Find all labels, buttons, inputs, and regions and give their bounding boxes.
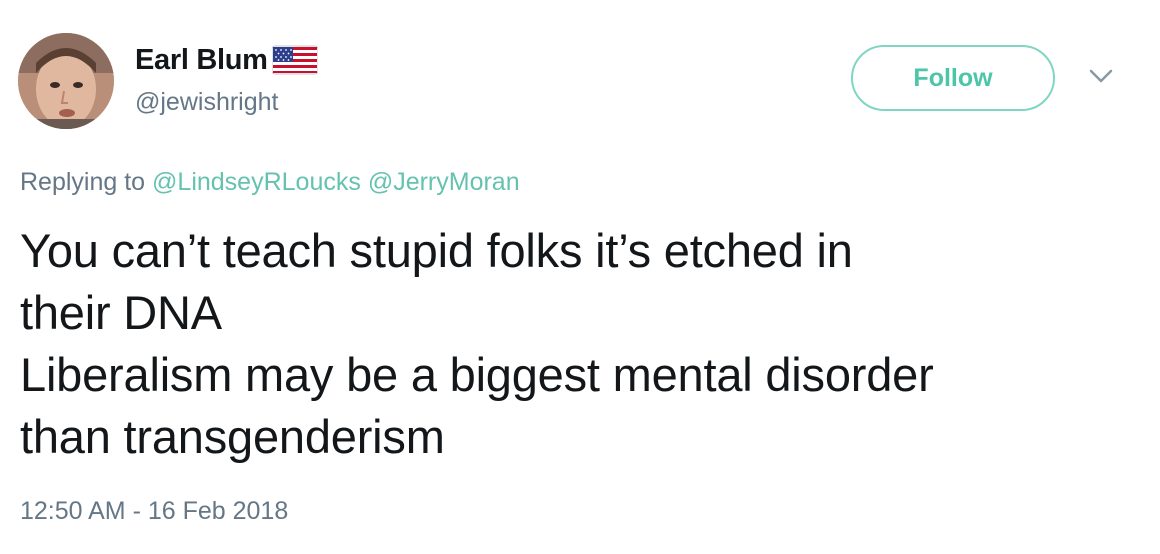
tweet-text-line: Liberalism may be a biggest mental disor… [20,348,934,401]
follow-button[interactable]: Follow [851,45,1055,111]
mention-link[interactable]: @LindseyRLoucks [152,168,361,196]
tweet-timestamp[interactable]: 12:50 AM - 16 Feb 2018 [20,497,288,526]
tweet-card: Earl Blum @jewishright Follow Replying t… [0,0,1160,554]
tweet-text: You can’t teach stupid folks it’s etched… [20,220,1130,468]
display-name[interactable]: Earl Blum [135,44,268,77]
tweet-text-line: You can’t teach stupid folks it’s etched… [20,224,853,277]
tweet-text-line: than transgenderism [20,410,445,463]
chevron-down-icon[interactable] [1088,66,1114,86]
replying-to-line: Replying to @LindseyRLoucks @JerryMoran [20,168,520,197]
mention-link[interactable]: @JerryMoran [368,168,520,196]
avatar[interactable] [18,33,114,129]
replying-to-label: Replying to [20,168,146,196]
name-row: Earl Blum [135,40,319,80]
us-flag-icon [271,44,319,76]
tweet-text-line: their DNA [20,286,222,339]
avatar-photo [18,33,114,129]
user-handle[interactable]: @jewishright [135,88,278,117]
